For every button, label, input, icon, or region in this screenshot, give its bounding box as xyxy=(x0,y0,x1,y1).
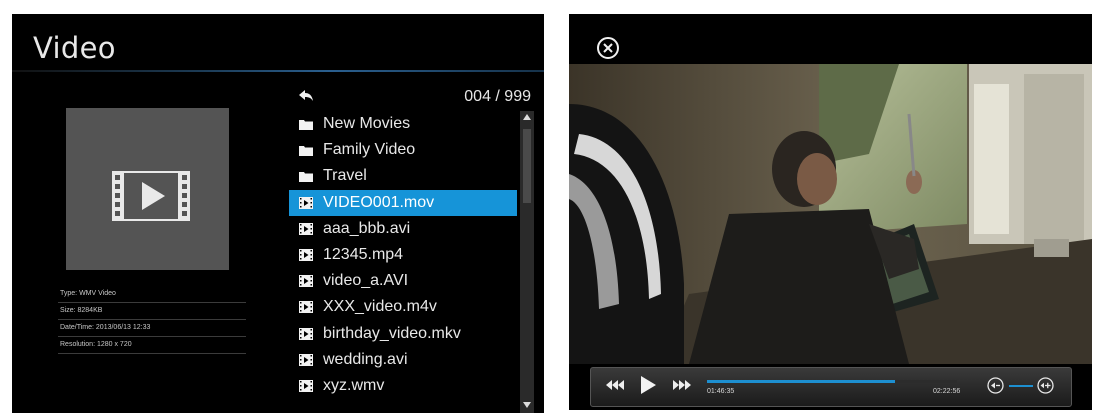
elapsed-time: 01:46:35 xyxy=(707,388,735,395)
video-file-icon xyxy=(299,196,313,209)
video-file-icon xyxy=(299,301,313,314)
scroll-up-icon[interactable] xyxy=(522,113,532,121)
film-play-icon xyxy=(112,171,190,221)
item-label: Family Video xyxy=(323,141,416,159)
back-arrow-icon[interactable] xyxy=(298,89,314,103)
list-header: 004 / 999 xyxy=(294,86,531,108)
total-time: 02:22:56 xyxy=(933,388,961,395)
video-thumbnail xyxy=(66,108,229,270)
list-scrollbar[interactable] xyxy=(520,111,534,413)
file-item[interactable]: aaa_bbb.avi xyxy=(289,216,517,242)
volume-down-icon[interactable] xyxy=(987,377,1004,394)
item-label: birthday_video.mkv xyxy=(323,324,461,342)
scroll-down-icon[interactable] xyxy=(522,401,532,409)
video-file-icon xyxy=(299,327,313,340)
detail-datetime: Date/Time: 2013/06/13 12:33 xyxy=(58,320,246,337)
play-icon[interactable] xyxy=(639,375,657,395)
folder-icon xyxy=(299,172,313,183)
item-label: VIDEO001.mov xyxy=(323,193,435,211)
seek-bar-fill xyxy=(707,380,895,383)
folder-item[interactable]: New Movies xyxy=(289,111,517,137)
item-counter: 004 / 999 xyxy=(464,88,531,105)
item-label: aaa_bbb.avi xyxy=(323,219,411,237)
item-label: New Movies xyxy=(323,115,411,132)
file-item[interactable]: 12345.mp4 xyxy=(289,242,517,268)
file-item[interactable]: wedding.avi xyxy=(289,347,517,373)
folder-icon xyxy=(299,146,313,157)
item-label: 12345.mp4 xyxy=(323,245,404,263)
item-label: wedding.avi xyxy=(323,350,408,368)
folder-item[interactable]: Travel xyxy=(289,163,517,189)
video-file-icon xyxy=(299,222,313,235)
playback-controls: 01:46:35 02:22:56 xyxy=(590,367,1072,407)
detail-resolution: Resolution: 1280 x 720 xyxy=(58,337,246,354)
folder-item[interactable]: Family Video xyxy=(289,137,517,163)
file-item[interactable]: VIDEO001.mov xyxy=(289,189,517,216)
folder-icon xyxy=(299,120,313,130)
video-file-icon xyxy=(299,275,313,288)
file-item[interactable]: video_a.AVI xyxy=(289,268,517,294)
volume-slider[interactable] xyxy=(1009,385,1033,387)
title-divider xyxy=(12,70,544,72)
screen-title: Video xyxy=(33,31,116,65)
file-list: New Movies Family Video Travel VIDEO001.mov… xyxy=(289,111,517,399)
volume-up-icon[interactable] xyxy=(1037,377,1054,394)
detail-size: Size: 8284KB xyxy=(58,303,246,320)
file-details: Type: WMV Video Size: 8284KB Date/Time: … xyxy=(58,286,246,354)
file-item[interactable]: xyz.wmv xyxy=(289,373,517,399)
item-label: Travel xyxy=(323,167,367,185)
video-file-icon xyxy=(299,248,313,261)
video-file-icon xyxy=(299,353,313,366)
item-label: video_a.AVI xyxy=(323,272,409,290)
fast-forward-icon[interactable] xyxy=(671,378,691,392)
item-label: xyz.wmv xyxy=(323,376,385,394)
file-item[interactable]: XXX_video.m4v xyxy=(289,294,517,320)
scrollbar-thumb[interactable] xyxy=(523,129,531,203)
video-browser-screen: Video Type: WMV Video Size: 8284KB Date/… xyxy=(12,14,544,413)
item-label: XXX_video.m4v xyxy=(323,298,437,316)
file-item[interactable]: birthday_video.mkv xyxy=(289,321,517,347)
video-file-icon xyxy=(299,379,313,392)
video-frame xyxy=(569,64,1092,364)
close-icon[interactable] xyxy=(596,36,620,60)
rewind-icon[interactable] xyxy=(606,378,626,392)
seek-bar[interactable] xyxy=(707,380,957,383)
video-player-screen: 01:46:35 02:22:56 xyxy=(569,14,1092,410)
detail-type: Type: WMV Video xyxy=(58,286,246,303)
